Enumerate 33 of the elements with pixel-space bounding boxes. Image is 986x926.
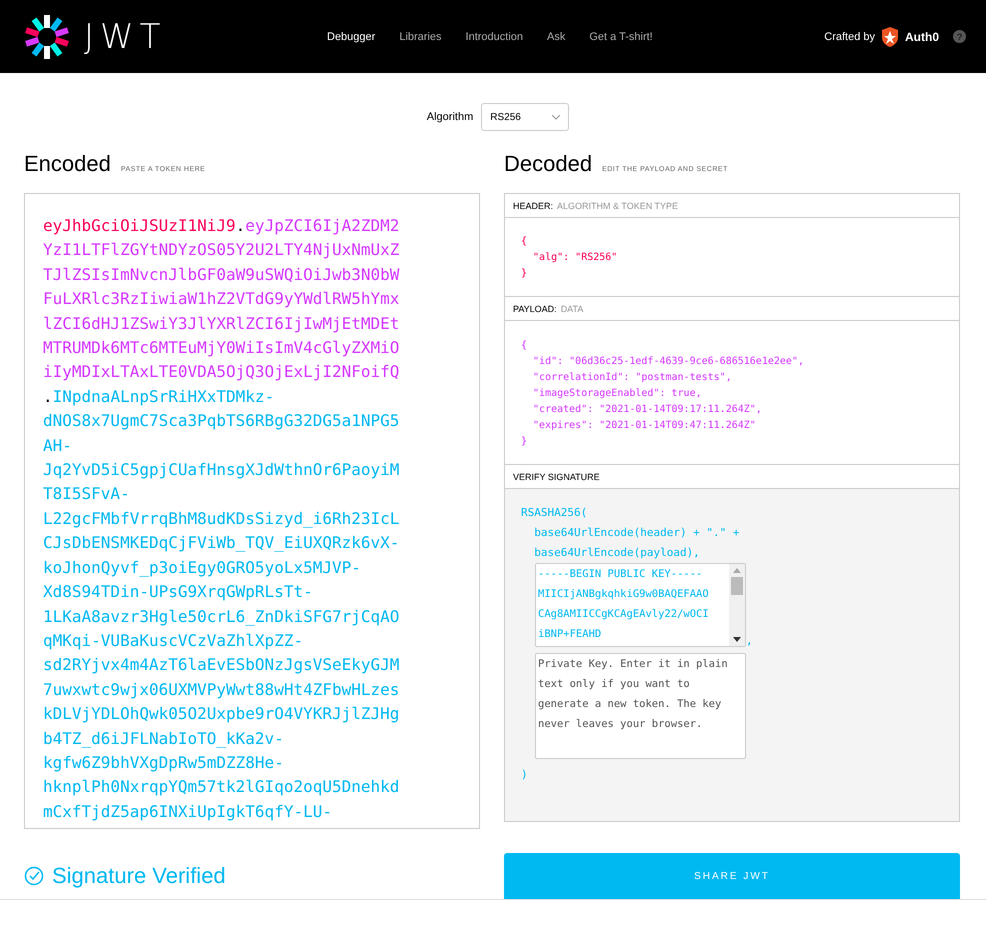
scrollbar-thumb[interactable] (731, 577, 743, 595)
scroll-down-icon[interactable] (733, 637, 741, 642)
code-line: RSASHA256( (521, 505, 588, 521)
nav-link[interactable]: Introduction (466, 30, 523, 42)
encoded-token-field[interactable]: eyJhbGciOiJSUzI1NiJ9.eyJpZCI6IjA2ZDM2 YzI1LTFlZGYtNDYzOS05Y2U2LTY4NjUxNmUxZ TJlZSIsImNvcnJlbGF0aW9uSWQiOiJwb3N0bW FuLXRlc3RzIiwiaW1hZ2VTdG9yYWdlRW5hYmx lZCI6dHJ1ZSwiY3JlYXRlZCI6IjIwMjEtMDEt MTRUMDk6MTc6MTEuMjY0WiIsImV4cGlyZXMiO iIyMDIxLTAxLTE0VDA5OjQ3OjExLjI2NFoifQ .INpdnaALnpSrRiHXxTDMkz- dNOS8x7UgmC7Sca3PqbTS6RBgG32DG5a1NPG5 AH- Jq2YvD5iC5gpjCUafHnsgXJdWthnOr6PaoyiM T8I5SFvA- L22gcFMbfVrrqBhM8udKDsSizyd_i6Rh23IcL CJsDbENSMKEDqCjFViWb_TQV_EiUXQRzk6vX- koJhonQyvf_p3oiEgy0GRO5yoLx5MJVP- Xd8S94TDin-UPsG9XrqGWpRLsTt- 1LKaA8avzr3Hgle50crL6_ZnDkiSFG7rjCqAO qMKqi-VUBaKuscVCzVaZhlXpZZ- sd2RYjvx4m4AzT6laEvESbONzJgsVSeEkyGJM 7uwxwtc9wjx06UXMVPyWwt88wHt4ZFbwHLzes kDLVjYDLOhQwk05O2Uxpbe9rO4VYKRJjlZJHg b4TZ_d6iJFLNabIoTO_kKa2v- kgfw6Z9bhVXgDpRw5mDZZ8He- hknplPh0NxrqpYQm57tk2lGIqo2oqU5Dnehkd mCxfTjdZ5ap6INXiUpIgkT6qfY-LU- (24, 193, 480, 829)
algorithm-label: Algorithm (426, 111, 474, 123)
scroll-up-icon[interactable] (733, 568, 741, 573)
logo-text: JWT (84, 16, 166, 56)
nav-link[interactable]: Libraries (399, 30, 442, 42)
shield-icon (881, 26, 899, 46)
code-line: base64UrlEncode(header) + "." + (533, 525, 741, 541)
crafted-by-text: Crafted by (824, 30, 875, 42)
check-circle-icon (24, 866, 44, 886)
status-text: Signature Verified (52, 863, 226, 889)
brand-name: Auth0 (905, 30, 939, 44)
chevron-icon (552, 114, 560, 120)
nav-link[interactable]: Get a T-shirt! (589, 30, 653, 42)
logo-icon (24, 14, 70, 60)
section-sublabel: DATA (560, 304, 584, 314)
scrollbar[interactable] (729, 564, 745, 646)
nav-link[interactable]: Debugger (327, 30, 376, 42)
comma: , (746, 635, 753, 647)
section-label: PAYLOAD: (513, 304, 557, 314)
algorithm-select[interactable]: RS256 (481, 103, 570, 131)
code-line: base64UrlEncode(payload), (533, 545, 701, 561)
section-sublabel: ALGORITHM & TOKEN TYPE (557, 200, 678, 210)
nav-link[interactable]: Ask (547, 30, 566, 42)
section-title: Decoded (504, 151, 592, 177)
section-label: VERIFY SIGNATURE (513, 472, 600, 482)
code-line: ) (521, 767, 529, 783)
private-key-field[interactable]: Private Key. Enter it in plain text only if you want to generate a new token. The key never leaves your browser. (535, 653, 746, 759)
section-label: HEADER: (513, 200, 554, 210)
section-title: Encoded (24, 151, 111, 177)
